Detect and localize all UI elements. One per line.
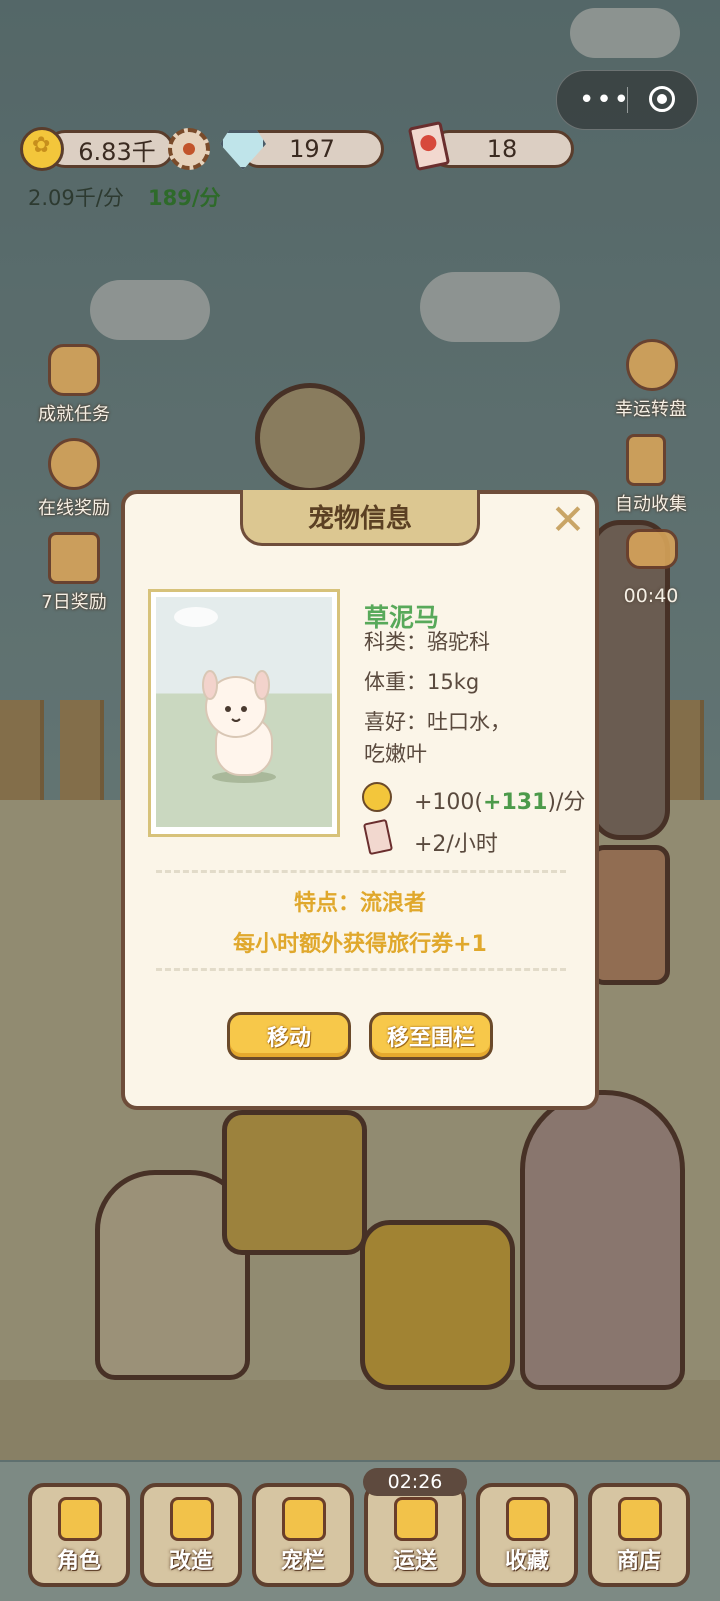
coin-count: 6.83千 [78,137,156,166]
dialog-title: 宠物信息 [240,490,480,546]
target-icon[interactable] [649,86,675,112]
nav-character-label: 角色 [56,1549,101,1574]
nav-shop[interactable]: 商店 [588,1483,690,1587]
online-reward-button[interactable]: 在线奖励 [24,434,124,519]
seven-day-reward-label: 7日奖励 [41,592,107,613]
coin-icon [362,782,392,812]
delivery-timer: 02:26 [363,1468,467,1496]
wheel-icon [626,339,678,391]
nav-collection-label: 收藏 [504,1549,549,1574]
online-reward-label: 在线奖励 [38,498,110,519]
bonus-rate: 189/分 [148,186,221,210]
auto-collect-button[interactable]: 自动收集 [596,430,706,515]
coin-income-bonus: +131 [483,790,548,815]
pet-likes-cont: 吃嫩叶 [364,742,427,766]
coin-counter: 6.83千 [46,130,174,168]
pet-likes: 喜好：吐口水， [364,710,511,734]
shirt-icon [58,1497,102,1541]
move-button[interactable]: 移动 [227,1012,351,1060]
pet-weight: 体重：15kg [364,670,480,694]
food-bowl-button[interactable]: 00:40 [596,525,706,607]
nav-remodel-label: 改造 [168,1549,213,1574]
coin-income-unit: )/分 [547,790,586,815]
capsule-divider [627,87,628,113]
nav-collection[interactable]: 收藏 [476,1483,578,1587]
nav-pet-pen[interactable]: 宠栏 [252,1483,354,1587]
flower-badge-icon [48,344,100,396]
gem-counter: 197 [240,130,384,168]
truck-icon [394,1497,438,1541]
blocks-icon [170,1497,214,1541]
coin-icon [20,127,64,171]
divider [156,968,566,971]
pet-family: 科类：骆驼科 [364,630,490,654]
gear-add-icon[interactable] [168,128,210,170]
food-bowl-icon [626,529,678,569]
mini-program-capsule: ••• [556,70,698,130]
gem-count: 197 [289,135,335,163]
achievement-button[interactable]: 成就任务 [24,340,124,425]
nav-delivery-label: 运送 [392,1549,437,1574]
food-timer: 00:40 [623,585,679,607]
coin-rate: 2.09千/分 [28,186,124,210]
more-dots-icon[interactable]: ••• [579,85,631,115]
lucky-wheel-button[interactable]: 幸运转盘 [596,335,706,420]
nav-pet-pen-label: 宠栏 [280,1549,325,1574]
nav-remodel[interactable]: 改造 [140,1483,242,1587]
ticket-income: +2/小时 [414,832,498,857]
ticket-count: 18 [486,135,518,163]
fence-icon [282,1497,326,1541]
coin-income: +100(+131)/分 [414,784,585,816]
lucky-wheel-label: 幸运转盘 [615,399,687,420]
nav-delivery[interactable]: 运送 [364,1483,466,1587]
close-icon[interactable]: ✕ [548,499,588,541]
trait-title: 特点：流浪者 [293,891,426,916]
achievement-label: 成就任务 [38,404,110,425]
auto-collect-label: 自动收集 [615,494,687,515]
cart-icon [618,1497,662,1541]
ticket-counter: 18 [430,130,574,168]
nav-character[interactable]: 角色 [28,1483,130,1587]
pet-photo [156,597,332,827]
clock-icon [48,438,100,490]
seven-day-reward-button[interactable]: 7日奖励 [24,528,124,613]
trait-description: 每小时额外获得旅行券+1 [233,932,487,957]
coin-income-base: +100( [414,790,484,815]
calendar-icon [48,532,100,584]
hourglass-icon [626,434,666,486]
nav-shop-label: 商店 [616,1549,661,1574]
alpaca-illustration [174,607,276,783]
move-to-pen-button[interactable]: 移至围栏 [369,1012,493,1060]
divider [156,870,566,873]
chest-icon [506,1497,550,1541]
